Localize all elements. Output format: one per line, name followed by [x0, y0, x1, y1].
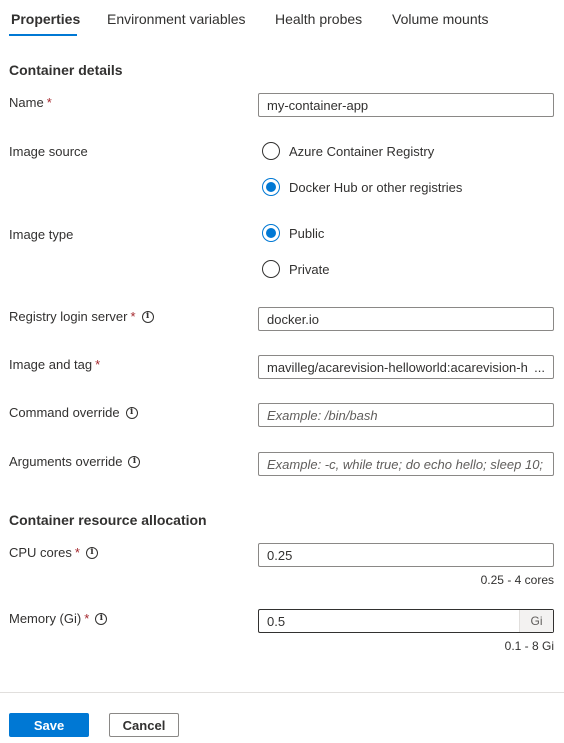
- cpu-cores-hint: 0.25 - 4 cores: [480, 573, 554, 587]
- required-marker: *: [95, 357, 101, 372]
- info-icon[interactable]: i: [85, 546, 98, 559]
- save-button[interactable]: Save: [9, 713, 89, 737]
- image-and-tag-label-text: Image and tag: [9, 357, 93, 372]
- info-icon[interactable]: i: [125, 406, 138, 419]
- cpu-cores-label-text: CPU cores: [9, 545, 72, 560]
- name-input[interactable]: my-container-app: [258, 93, 554, 117]
- footer-divider: [0, 692, 564, 693]
- registry-login-server-value: docker.io: [267, 311, 320, 327]
- radio-circle[interactable]: [262, 142, 280, 160]
- radio-public[interactable]: Public: [262, 224, 324, 242]
- required-marker: *: [74, 545, 80, 560]
- required-marker: *: [84, 611, 90, 626]
- image-type-label: Image type: [9, 227, 74, 242]
- memory-hint: 0.1 - 8 Gi: [504, 639, 554, 653]
- radio-label: Docker Hub or other registries: [289, 179, 463, 195]
- memory-input[interactable]: 0.5 Gi: [258, 609, 554, 633]
- memory-value[interactable]: 0.5: [259, 610, 519, 632]
- name-label-text: Name: [9, 95, 44, 110]
- command-override-placeholder: Example: /bin/bash: [267, 407, 378, 423]
- cpu-cores-value: 0.25: [267, 547, 293, 563]
- info-icon[interactable]: i: [128, 455, 141, 468]
- cpu-cores-label: CPU cores * i: [9, 545, 98, 560]
- name-label: Name *: [9, 95, 52, 110]
- command-override-label: Command override i: [9, 405, 138, 420]
- memory-label: Memory (Gi) * i: [9, 611, 108, 626]
- radio-docker-hub[interactable]: Docker Hub or other registries: [262, 178, 462, 196]
- name-input-value: my-container-app: [267, 97, 369, 113]
- cpu-cores-input[interactable]: 0.25: [258, 543, 554, 567]
- container-details-title: Container details: [9, 62, 123, 78]
- tab-environment-variables[interactable]: Environment variables: [107, 11, 246, 27]
- arguments-override-label: Arguments override i: [9, 454, 141, 469]
- tab-bar: Properties Environment variables Health …: [0, 0, 564, 40]
- required-marker: *: [130, 309, 136, 324]
- image-and-tag-label: Image and tag *: [9, 357, 100, 372]
- command-override-label-text: Command override: [9, 405, 120, 420]
- radio-circle-checked[interactable]: [262, 224, 280, 242]
- registry-login-server-label: Registry login server * i: [9, 309, 154, 324]
- radio-circle-checked[interactable]: [262, 178, 280, 196]
- info-icon[interactable]: i: [95, 612, 108, 625]
- memory-unit-suffix: Gi: [519, 610, 553, 632]
- image-source-label: Image source: [9, 144, 88, 159]
- command-override-input[interactable]: Example: /bin/bash: [258, 403, 554, 427]
- arguments-override-input[interactable]: Example: -c, while true; do echo hello; …: [258, 452, 554, 476]
- image-and-tag-value: mavilleg/acarevision-helloworld:acarevis…: [267, 359, 528, 375]
- registry-login-server-input[interactable]: docker.io: [258, 307, 554, 331]
- resource-allocation-title: Container resource allocation: [9, 512, 207, 528]
- radio-label: Azure Container Registry: [289, 143, 435, 159]
- radio-circle[interactable]: [262, 260, 280, 278]
- radio-label: Public: [289, 225, 325, 241]
- overflow-ellipsis: ...: [534, 359, 545, 375]
- image-and-tag-input[interactable]: mavilleg/acarevision-helloworld:acarevis…: [258, 355, 554, 379]
- radio-azure-container-registry[interactable]: Azure Container Registry: [262, 142, 434, 160]
- registry-login-server-label-text: Registry login server: [9, 309, 128, 324]
- radio-label: Private: [289, 261, 330, 277]
- tab-volume-mounts[interactable]: Volume mounts: [392, 11, 489, 27]
- tab-properties[interactable]: Properties: [11, 11, 80, 27]
- memory-label-text: Memory (Gi): [9, 611, 82, 626]
- cancel-button[interactable]: Cancel: [109, 713, 179, 737]
- active-tab-indicator: [9, 34, 77, 36]
- info-icon[interactable]: i: [141, 310, 154, 323]
- arguments-override-placeholder: Example: -c, while true; do echo hello; …: [267, 456, 545, 472]
- required-marker: *: [46, 95, 52, 110]
- arguments-override-label-text: Arguments override: [9, 454, 123, 469]
- tab-health-probes[interactable]: Health probes: [275, 11, 362, 27]
- radio-private[interactable]: Private: [262, 260, 329, 278]
